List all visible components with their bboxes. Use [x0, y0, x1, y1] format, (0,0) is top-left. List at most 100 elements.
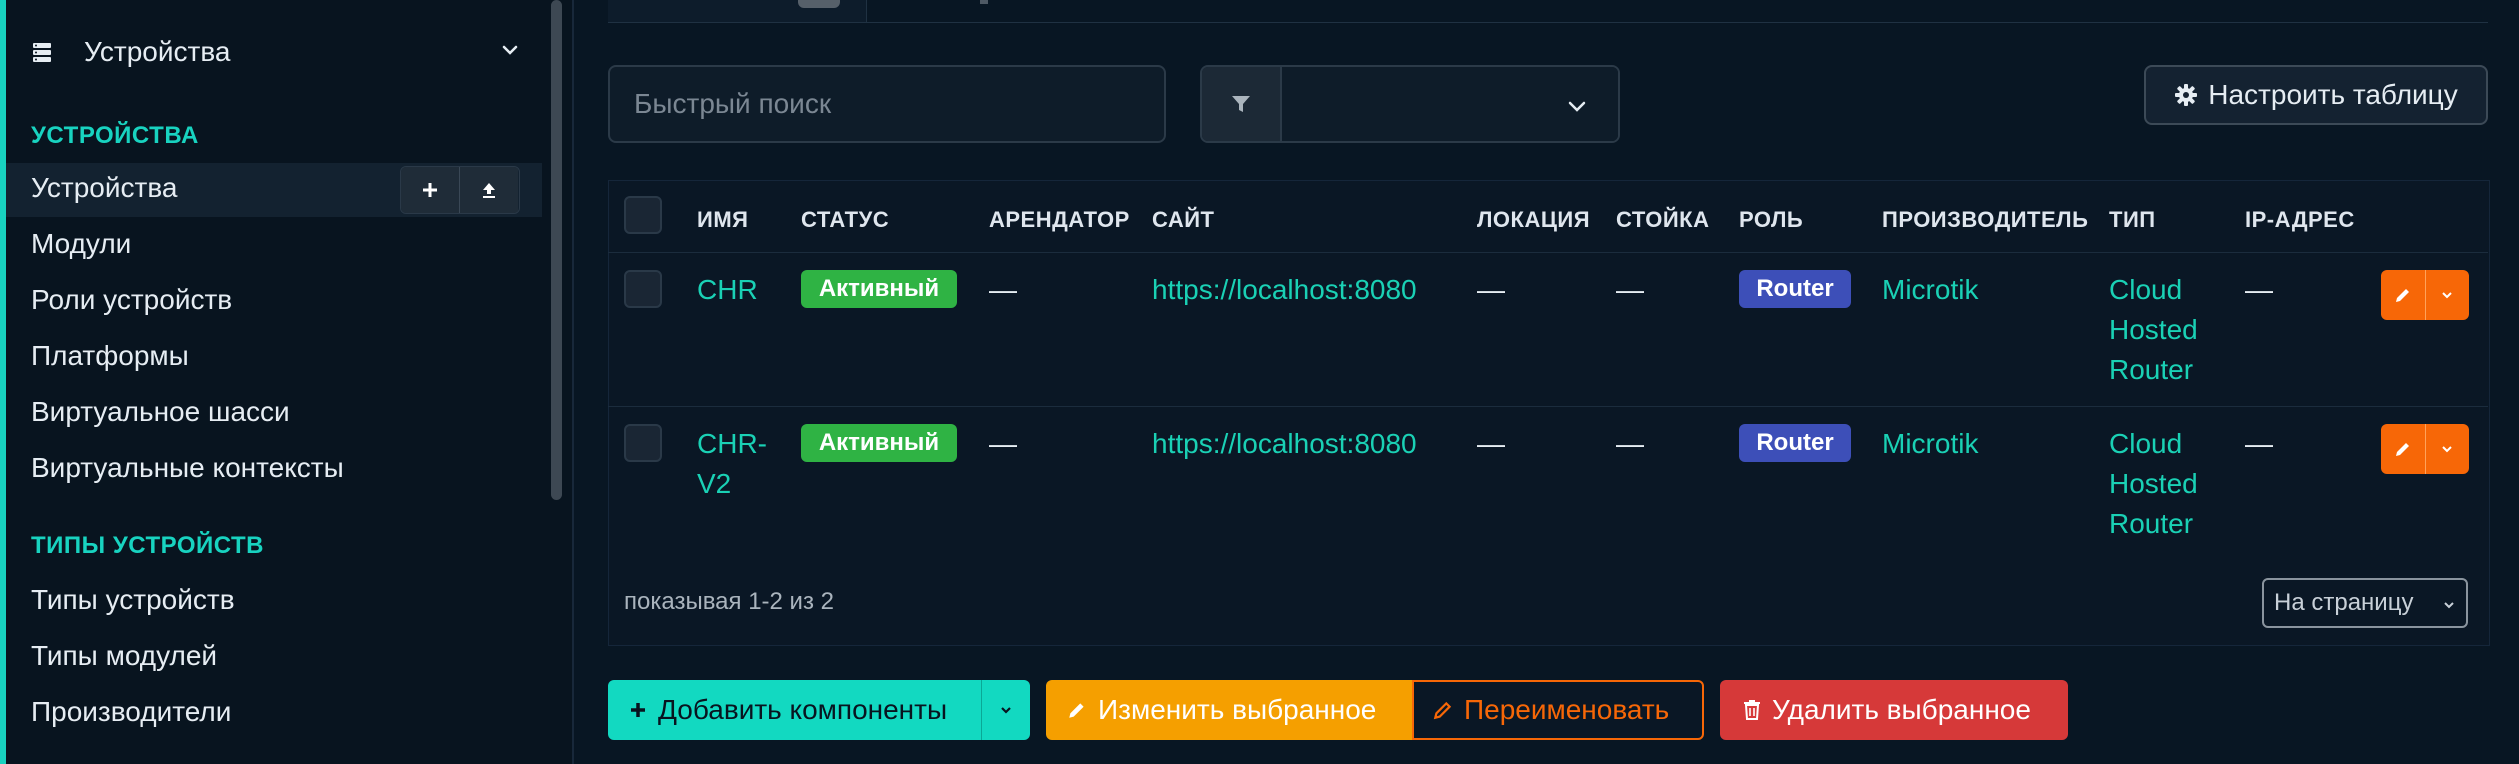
sidebar-item-module-types[interactable]: Типы модулей [31, 640, 217, 672]
quick-search-input[interactable] [608, 65, 1166, 143]
add-components-dropdown[interactable] [981, 680, 1030, 740]
site-link[interactable]: https://localhost:8080 [1152, 270, 1417, 310]
column-header-location[interactable]: ЛОКАЦИЯ [1477, 207, 1590, 233]
saved-filter-select[interactable] [1282, 67, 1618, 141]
rack-cell: — [1616, 428, 1644, 459]
chevron-down-icon [2444, 602, 2454, 609]
rename-selected-label: Переименовать [1464, 694, 1670, 725]
role-badge[interactable]: Router [1739, 270, 1851, 308]
plus-icon [423, 183, 437, 197]
sidebar-group-devices[interactable]: Устройства [30, 30, 520, 74]
edit-row-button[interactable] [2381, 424, 2425, 474]
pencil-icon [2395, 289, 2409, 302]
configure-table-label: Настроить таблицу [2208, 79, 2458, 110]
configure-table-button[interactable]: Настроить таблицу [2144, 65, 2488, 125]
row-checkbox[interactable] [624, 270, 662, 308]
filter-icon [1232, 96, 1250, 112]
column-header-role[interactable]: РОЛЬ [1739, 207, 1803, 233]
saved-filter-group [1200, 65, 1620, 143]
row-actions-dropdown[interactable] [2424, 270, 2470, 320]
column-header-site[interactable]: САЙТ [1152, 207, 1214, 233]
column-header-rack[interactable]: СТОЙКА [1616, 207, 1709, 233]
edit-row-button[interactable] [2381, 270, 2425, 320]
location-cell: — [1477, 274, 1505, 305]
add-components-button-group: Добавить компоненты [608, 680, 1030, 740]
device-name-link[interactable]: CHR- V2 [697, 424, 767, 504]
gear-icon [2175, 84, 2198, 106]
sidebar-scrollbar[interactable] [551, 0, 562, 500]
sidebar-item-platforms[interactable]: Платформы [31, 340, 189, 372]
row-checkbox[interactable] [624, 424, 662, 462]
pencil-icon [2395, 443, 2409, 456]
tenant-cell: — [989, 274, 1017, 305]
add-device-button[interactable] [401, 167, 459, 213]
device-type-link[interactable]: Cloud Hosted Router [2109, 270, 2198, 390]
role-badge[interactable]: Router [1739, 424, 1851, 462]
devices-table [608, 180, 2490, 646]
rename-selected-button[interactable]: Переименовать [1412, 680, 1704, 740]
column-header-name[interactable]: ИМЯ [697, 207, 748, 233]
add-components-label: Добавить компоненты [658, 694, 948, 725]
device-name-line: CHR- [697, 428, 767, 459]
sidebar: Устройства УСТРОЙСТВА Устройства Модули … [0, 0, 574, 764]
import-devices-button[interactable] [459, 167, 518, 213]
column-header-ip-address[interactable]: IP-АДРЕС [2245, 207, 2355, 233]
column-header-manufacturer[interactable]: ПРОИЗВОДИТЕЛЬ [1882, 207, 2088, 233]
column-header-type[interactable]: ТИП [2109, 207, 2156, 233]
manufacturer-link[interactable]: Microtik [1882, 424, 1978, 464]
chevron-down-icon [2442, 446, 2452, 453]
delete-selected-label: Удалить выбранное [1772, 694, 2031, 725]
sidebar-item-device-types[interactable]: Типы устройств [31, 584, 235, 616]
device-type-line: Router [2109, 354, 2194, 385]
device-type-line: Hosted [2109, 468, 2198, 499]
filter-icon-box [1202, 67, 1282, 141]
sidebar-item-devices[interactable]: Устройства [31, 172, 177, 204]
device-type-line: Router [2109, 508, 2194, 539]
edit-selected-button[interactable]: Изменить выбранное [1046, 680, 1412, 740]
delete-selected-button[interactable]: Удалить выбранное [1720, 680, 2068, 740]
sidebar-item-manufacturers[interactable]: Производители [31, 696, 231, 728]
sidebar-accent-bar [0, 0, 6, 764]
row-divider [608, 406, 2488, 407]
sidebar-item-virtual-chassis[interactable]: Виртуальное шасси [31, 396, 290, 428]
sidebar-item-modules[interactable]: Модули [31, 228, 131, 260]
status-badge: Активный [801, 424, 957, 462]
chevron-down-icon [2442, 292, 2452, 299]
device-name-link[interactable]: CHR [697, 270, 758, 310]
pencil-icon [1069, 703, 1084, 718]
select-all-checkbox[interactable] [624, 196, 662, 234]
chevron-down-icon [1568, 101, 1586, 112]
upload-icon [483, 183, 495, 198]
row-divider [608, 252, 2488, 253]
sidebar-section-devices-title: УСТРОЙСТВА [31, 122, 199, 149]
device-name-line: V2 [697, 468, 732, 499]
sidebar-group-label: Устройства [84, 36, 231, 67]
tab-bar [608, 0, 2488, 23]
site-link[interactable]: https://localhost:8080 [1152, 424, 1417, 464]
tab-count-badge [798, 0, 840, 8]
tab-filters[interactable] [980, 0, 988, 4]
device-type-line: Cloud [2109, 428, 2183, 459]
row-action-group [2381, 270, 2469, 320]
chevron-down-icon [502, 45, 518, 55]
sidebar-section-device-types-title: ТИПЫ УСТРОЙСТВ [31, 532, 264, 559]
column-header-tenant[interactable]: АРЕНДАТОР [989, 207, 1130, 233]
column-header-status[interactable]: СТАТУС [801, 207, 889, 233]
ip-address-cell: — [2245, 428, 2273, 459]
row-action-group [2381, 424, 2469, 474]
tenant-cell: — [989, 428, 1017, 459]
manufacturer-link[interactable]: Microtik [1882, 270, 1978, 310]
ip-address-cell: — [2245, 274, 2273, 305]
chevron-down-icon [1001, 707, 1011, 714]
sidebar-item-virtual-contexts[interactable]: Виртуальные контексты [31, 452, 344, 484]
row-actions-dropdown[interactable] [2424, 424, 2470, 474]
pagination-summary: показывая 1-2 из 2 [624, 588, 834, 615]
add-components-button[interactable]: Добавить компоненты [608, 694, 981, 726]
sidebar-item-device-roles[interactable]: Роли устройств [31, 284, 232, 316]
per-page-label: На страницу [2274, 589, 2414, 616]
per-page-select[interactable]: На страницу [2262, 578, 2468, 628]
rack-cell: — [1616, 274, 1644, 305]
database-icon [33, 43, 51, 62]
location-cell: — [1477, 428, 1505, 459]
device-type-link[interactable]: Cloud Hosted Router [2109, 424, 2198, 544]
